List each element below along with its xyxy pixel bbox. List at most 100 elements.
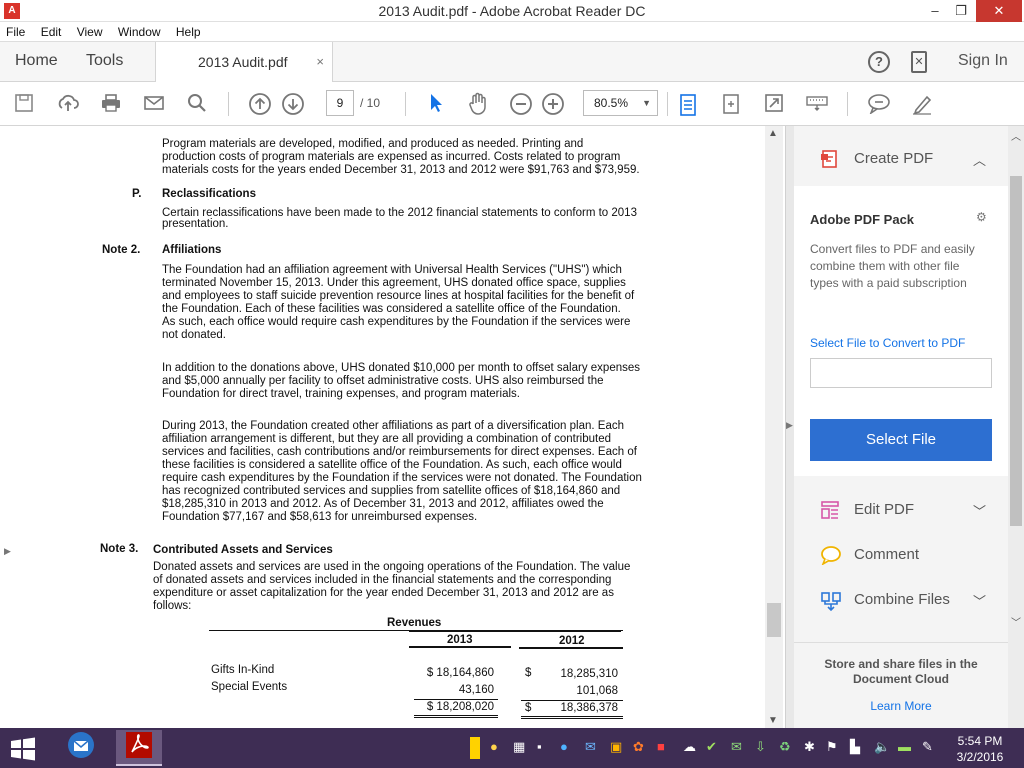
tray-flag-icon[interactable]: ⚑ [826, 739, 838, 755]
search-icon[interactable] [185, 92, 209, 116]
document-scrollbar[interactable]: ▲ ▼ [765, 126, 783, 728]
page-total: / 10 [360, 96, 381, 110]
document-text-line: Reclassifications [162, 188, 256, 200]
acrobat-taskbar-icon[interactable] [116, 730, 162, 766]
tab-document[interactable]: 2013 Audit.pdf × [155, 42, 333, 82]
combine-files-tool[interactable]: Combine Files ﹀ [794, 584, 1008, 614]
mobile-link-icon[interactable]: ✕ [911, 51, 927, 73]
scroll-up-icon[interactable]: ▲ [768, 128, 778, 139]
chevron-down-icon[interactable]: ﹀ [973, 501, 986, 520]
tab-home[interactable]: Home [15, 52, 58, 70]
document-text-line: Contributed Assets and Services [153, 544, 333, 556]
cut-heading [162, 126, 482, 129]
close-window-button[interactable]: ✕ [976, 0, 1022, 22]
print-icon[interactable] [99, 92, 123, 116]
tray-chat-icon[interactable]: ▪ [537, 739, 542, 754]
onedrive-cloud-icon[interactable]: ☁ [683, 739, 696, 755]
menu-edit[interactable]: Edit [35, 22, 68, 39]
volume-icon[interactable]: 🔈 [874, 739, 890, 755]
menu-file[interactable]: File [0, 22, 31, 39]
tray-calendar-icon[interactable]: ▣ [610, 739, 622, 755]
tools-pane-scrollbar[interactable]: ︿ ﹀ [1008, 126, 1024, 728]
chevron-up-icon[interactable]: ︿ [973, 150, 986, 169]
tray-update-icon[interactable]: ♻ [779, 739, 791, 755]
document-text-line: expenditure or asset capitalization for … [153, 587, 614, 599]
sign-in-link[interactable]: Sign In [958, 52, 1008, 70]
document-text-line: terminated November 15, 2013. Under this… [162, 277, 626, 289]
tray-cc-icon[interactable]: ■ [657, 739, 665, 754]
document-text-line: The Foundation had an affiliation agreem… [162, 264, 622, 276]
zoom-out-icon[interactable] [509, 92, 533, 116]
windows-start-icon[interactable] [10, 737, 38, 761]
learn-more-link[interactable]: Learn More [794, 699, 1008, 713]
rotate-view-icon[interactable] [719, 92, 743, 116]
email-icon[interactable] [142, 92, 166, 116]
pack-info-icon[interactable]: ⚙ [976, 210, 987, 224]
next-page-icon[interactable] [281, 92, 305, 116]
upload-cloud-icon[interactable] [56, 92, 80, 116]
scroll-thumb[interactable] [767, 603, 781, 637]
menu-view[interactable]: View [71, 22, 109, 39]
combine-files-label: Combine Files [854, 591, 950, 608]
combine-files-icon [820, 590, 841, 612]
tab-tools[interactable]: Tools [86, 52, 123, 70]
fit-page-icon[interactable] [676, 92, 700, 116]
panel-splitter[interactable]: ▶ [785, 126, 794, 728]
chevron-down-icon[interactable]: ﹀ [973, 591, 986, 610]
document-text-line: Certain reclassifications have been made… [162, 207, 637, 219]
tray-inbox-icon[interactable]: ✉ [731, 739, 742, 755]
tray-network-app-icon[interactable]: ● [560, 739, 568, 754]
select-cursor-icon[interactable] [424, 92, 448, 116]
page-number-input[interactable]: 9 [326, 90, 354, 116]
menu-window[interactable]: Window [112, 22, 167, 39]
tab-bar: Home Tools 2013 Audit.pdf × ? ✕ Sign In [0, 42, 1024, 82]
left-panel-toggle-icon[interactable]: ▶ [4, 546, 11, 557]
tray-mail-icon[interactable]: ✉ [585, 739, 596, 755]
scroll-up-icon[interactable]: ︿ [1011, 128, 1021, 143]
help-icon[interactable]: ? [868, 51, 890, 73]
total-double-rule-2012 [521, 718, 623, 719]
restore-button[interactable]: ❐ [946, 0, 976, 22]
zoom-value: 80.5% [594, 96, 629, 110]
select-file-convert-link[interactable]: Select File to Convert to PDF [810, 336, 965, 350]
document-text-line: has recognized contributed services and … [162, 485, 621, 497]
comment-tool[interactable]: Comment [794, 539, 1008, 569]
document-text-line: and employees to staff suicide preventio… [162, 290, 635, 302]
scroll-down-icon[interactable]: ﹀ [1011, 614, 1021, 629]
previous-page-icon[interactable] [248, 92, 272, 116]
system-clock[interactable]: 5:54 PM 3/2/2016 [950, 733, 1010, 765]
sign-pen-icon[interactable] [910, 92, 934, 116]
document-viewport[interactable]: Program materials are developed, modifie… [0, 126, 783, 728]
tray-app-icon[interactable]: ● [490, 739, 498, 754]
scroll-down-icon[interactable]: ▼ [768, 715, 778, 726]
menu-help[interactable]: Help [170, 22, 207, 39]
document-text-line: not donated. [162, 329, 226, 341]
action-center-icon[interactable]: ✎ [922, 739, 933, 755]
scroll-thumb[interactable] [1010, 176, 1022, 526]
file-input-field[interactable] [810, 358, 992, 388]
thunderbird-taskbar-icon[interactable] [58, 730, 104, 766]
bluetooth-icon[interactable]: ✱ [804, 739, 815, 755]
notification-bar-icon[interactable] [470, 737, 480, 759]
zoom-select[interactable]: 80.5% ▼ [583, 90, 658, 116]
comment-icon[interactable] [867, 92, 891, 116]
tray-download-icon[interactable]: ⇩ [755, 739, 766, 755]
edit-pdf-tool[interactable]: Edit PDF ﹀ [794, 494, 1008, 524]
save-icon[interactable] [12, 92, 36, 116]
battery-icon[interactable]: ▬ [898, 739, 911, 754]
total-double-rule-2013 [414, 717, 498, 718]
hand-tool-icon[interactable] [466, 92, 490, 116]
tray-grid-icon[interactable]: ▦ [513, 739, 525, 755]
toolbar-separator [847, 92, 848, 116]
document-text-line: of donated assets and services included … [153, 574, 612, 586]
zoom-in-icon[interactable] [541, 92, 565, 116]
full-screen-icon[interactable] [762, 92, 786, 116]
keyboard-icon[interactable] [805, 92, 829, 116]
tray-game-icon[interactable]: ✿ [633, 739, 644, 755]
select-file-button[interactable]: Select File [810, 419, 992, 461]
tray-check-icon[interactable]: ✔ [706, 739, 717, 755]
right-panel-toggle-icon[interactable]: ▶ [786, 420, 793, 431]
create-pdf-tool[interactable]: Create PDF ︿ [794, 143, 1008, 173]
network-icon[interactable]: ▙ [850, 739, 860, 755]
close-tab-icon[interactable]: × [316, 54, 324, 69]
